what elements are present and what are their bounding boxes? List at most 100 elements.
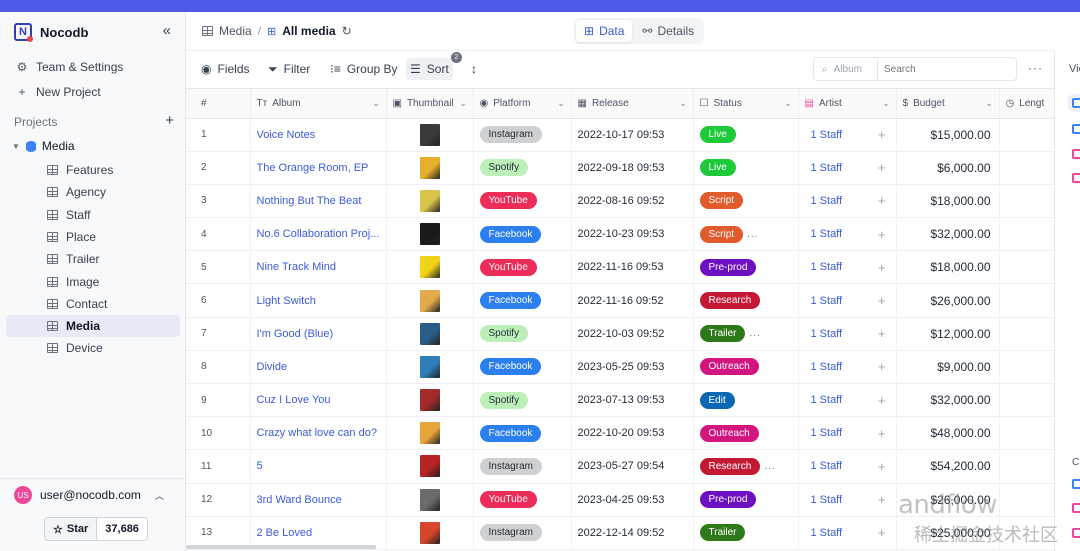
status-cell[interactable]: Script: [693, 184, 799, 219]
add-link-icon[interactable]: +: [878, 525, 886, 540]
release-cell[interactable]: 2023-04-25 09:53: [571, 483, 694, 517]
release-cell[interactable]: 2022-10-20 09:53: [571, 416, 694, 451]
thumbnail-image[interactable]: [419, 355, 440, 378]
status-cell[interactable]: Research...: [693, 449, 799, 484]
status-cell[interactable]: Trailer: [693, 516, 799, 550]
thumbnail-cell[interactable]: [386, 317, 474, 351]
platform-cell[interactable]: Instagram: [473, 449, 572, 484]
table-row[interactable]: 3 Nothing But The Beat YouTube 2022-08-16 0…: [186, 184, 1054, 219]
search-input[interactable]: [878, 58, 1016, 80]
sidebar-item-place[interactable]: Place: [6, 226, 180, 248]
artist-cell[interactable]: 1 Staff +: [798, 350, 897, 385]
album-cell[interactable]: Light Switch: [250, 283, 387, 318]
platform-cell[interactable]: Instagram: [473, 118, 572, 152]
user-menu[interactable]: US user@nocodb.com ︿: [14, 486, 164, 504]
length-cell[interactable]: [999, 217, 1054, 252]
column-header--[interactable]: #: [186, 89, 251, 119]
album-cell[interactable]: Nine Track Mind: [250, 250, 387, 285]
team-settings-link[interactable]: ⚙ Team & Settings: [16, 60, 124, 74]
platform-cell[interactable]: Instagram: [473, 516, 572, 550]
platform-cell[interactable]: Spotify: [473, 151, 572, 185]
thumbnail-cell[interactable]: [386, 416, 474, 451]
table-row[interactable]: 4 No.6 Collaboration Proj... Facebook 2022-…: [186, 217, 1054, 252]
column-header-budget[interactable]: $ Budget ⌄: [896, 89, 1000, 119]
budget-cell[interactable]: $32,000.00: [896, 217, 1000, 252]
budget-cell[interactable]: $26,000.00: [896, 283, 1000, 318]
artist-cell[interactable]: 1 Staff +: [798, 416, 897, 451]
table-row[interactable]: 9 Cuz I Love You Spotify 2023-07-13 09:53 Ed…: [186, 383, 1054, 418]
artist-cell[interactable]: 1 Staff +: [798, 516, 897, 550]
album-cell[interactable]: 5: [250, 449, 387, 484]
thumbnail-image[interactable]: [419, 223, 440, 246]
sidebar-item-media[interactable]: Media: [6, 315, 180, 338]
release-cell[interactable]: 2022-10-23 09:53: [571, 217, 694, 252]
release-cell[interactable]: 2022-11-16 09:52: [571, 283, 694, 318]
chevron-down-icon[interactable]: ⌄: [986, 99, 993, 108]
chevron-down-icon[interactable]: ⌄: [785, 99, 792, 108]
horizontal-scrollbar[interactable]: [186, 545, 376, 549]
chevron-down-icon[interactable]: ⌄: [460, 99, 467, 108]
thumbnail-cell[interactable]: [386, 118, 474, 152]
row-height-button[interactable]: ↕: [467, 58, 481, 80]
thumbnail-image[interactable]: [419, 289, 440, 312]
release-cell[interactable]: 2022-08-16 09:52: [571, 184, 694, 219]
table-row[interactable]: 8 Divide Facebook 2023-05-25 09:53 Outreach 1…: [186, 350, 1054, 385]
column-header-release[interactable]: ▦ Release ⌄: [571, 89, 694, 119]
add-link-icon[interactable]: +: [878, 459, 886, 474]
budget-cell[interactable]: $9,000.00: [896, 350, 1000, 385]
caret-down-icon[interactable]: ▼: [12, 142, 20, 151]
artist-cell[interactable]: 1 Staff +: [798, 449, 897, 484]
add-link-icon[interactable]: +: [878, 492, 886, 507]
status-cell[interactable]: Research: [693, 283, 799, 318]
artist-link[interactable]: 1 Staff: [811, 361, 843, 373]
thumbnail-image[interactable]: [419, 488, 440, 511]
breadcrumb-view[interactable]: All media: [282, 24, 335, 38]
thumbnail-image[interactable]: [419, 189, 440, 212]
thumbnail-cell[interactable]: [386, 217, 474, 252]
release-cell[interactable]: 2022-12-14 09:52: [571, 516, 694, 550]
platform-cell[interactable]: Facebook: [473, 416, 572, 451]
thumbnail-image[interactable]: [419, 123, 440, 146]
thumbnail-image[interactable]: [419, 256, 440, 279]
artist-cell[interactable]: 1 Staff +: [798, 383, 897, 418]
platform-cell[interactable]: YouTube: [473, 184, 572, 219]
album-cell[interactable]: The Orange Room, EP: [250, 151, 387, 185]
create-gallery-view-icon[interactable]: [1072, 528, 1080, 538]
create-form-view-icon[interactable]: [1072, 503, 1080, 513]
column-header-album[interactable]: Tт Album ⌄: [250, 89, 387, 119]
platform-cell[interactable]: Spotify: [473, 383, 572, 418]
tab-data[interactable]: ⊞ Data: [576, 20, 633, 42]
release-cell[interactable]: 2023-07-13 09:53: [571, 383, 694, 418]
album-cell[interactable]: Nothing But The Beat: [250, 184, 387, 219]
artist-cell[interactable]: 1 Staff +: [798, 217, 897, 252]
group-by-button[interactable]: ⁝≡ Group By: [326, 58, 402, 80]
artist-link[interactable]: 1 Staff: [811, 328, 843, 340]
length-cell[interactable]: [999, 483, 1054, 517]
platform-cell[interactable]: YouTube: [473, 483, 572, 517]
artist-link[interactable]: 1 Staff: [811, 295, 843, 307]
artist-link[interactable]: 1 Staff: [811, 129, 843, 141]
table-row[interactable]: 5 Nine Track Mind YouTube 2022-11-16 09:53 P…: [186, 250, 1054, 285]
thumbnail-image[interactable]: [419, 455, 440, 478]
budget-cell[interactable]: $6,000.00: [896, 151, 1000, 185]
thumbnail-cell[interactable]: [386, 283, 474, 318]
status-cell[interactable]: Outreach: [693, 350, 799, 385]
thumbnail-image[interactable]: [419, 422, 440, 445]
album-cell[interactable]: Voice Notes: [250, 118, 387, 152]
platform-cell[interactable]: Facebook: [473, 217, 572, 252]
artist-cell[interactable]: 1 Staff +: [798, 317, 897, 351]
sidebar-item-trailer[interactable]: Trailer: [6, 248, 180, 270]
status-cell[interactable]: Live: [693, 118, 799, 152]
thumbnail-cell[interactable]: [386, 516, 474, 550]
length-cell[interactable]: [999, 416, 1054, 451]
thumbnail-cell[interactable]: [386, 383, 474, 418]
platform-cell[interactable]: Facebook: [473, 283, 572, 318]
artist-link[interactable]: 1 Staff: [811, 460, 843, 472]
sidebar-item-staff[interactable]: Staff: [6, 204, 180, 226]
app-brand[interactable]: N Nocodb: [14, 22, 88, 42]
artist-link[interactable]: 1 Staff: [811, 527, 843, 539]
add-link-icon[interactable]: +: [878, 193, 886, 208]
length-cell[interactable]: [999, 151, 1054, 185]
add-link-icon[interactable]: +: [878, 160, 886, 175]
grid-view-icon[interactable]: [1072, 124, 1080, 134]
